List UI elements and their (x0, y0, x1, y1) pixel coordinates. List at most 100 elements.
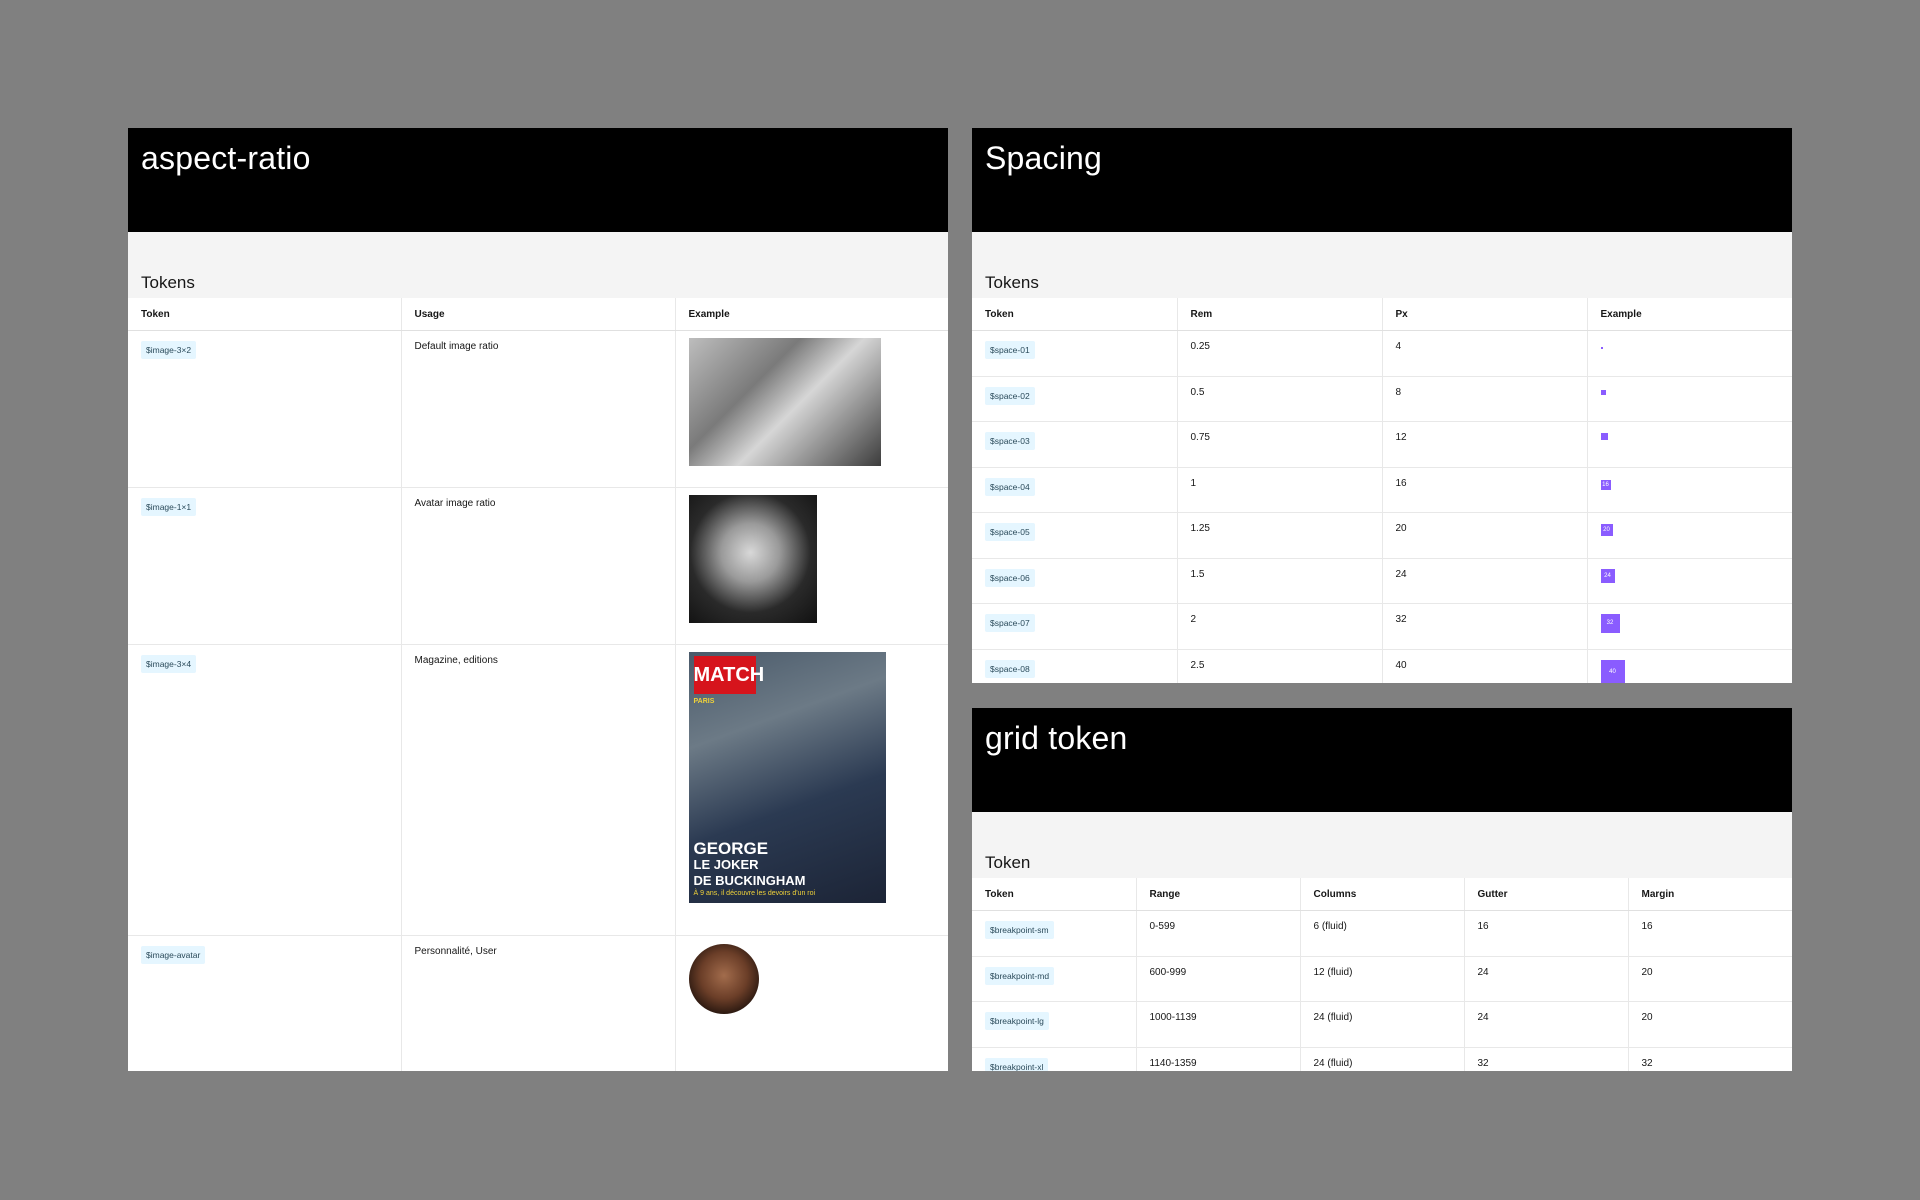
spacing-swatch (1600, 433, 1608, 440)
token-tag: $space-03 (985, 432, 1035, 450)
column-header: Token (972, 878, 1136, 911)
table-row: $breakpoint-sm 0-599 6 (fluid) 16 16 (972, 910, 1792, 957)
magazine-logo: MATCH (693, 656, 764, 694)
gutter-value: 32 (1477, 1057, 1489, 1069)
token-tag: $space-04 (985, 477, 1035, 496)
margin-value: 20 (1641, 966, 1653, 978)
spacing-swatch: 24 (1600, 568, 1615, 583)
magazine-headline-line: LE JOKER (693, 857, 759, 872)
section-title: Tokens (128, 232, 948, 298)
px-value: 4 (1395, 341, 1402, 352)
rem-value: 2.5 (1190, 659, 1205, 671)
spacing-table: Token Rem Px Example $space-01 0.25 4 $spac… (972, 298, 1792, 683)
usage-cell: Avatar image ratio (400, 487, 675, 645)
table-row: $space-07 2 32 32 (972, 603, 1792, 650)
magazine-subline: À 9 ans, il découvre les devoirs d'un ro… (693, 890, 816, 897)
grid-token-frame: grid token Token Token Range Columns Gut… (972, 708, 1792, 1071)
range-value: 0-599 (1149, 921, 1176, 932)
rem-value: 1.25 (1190, 523, 1210, 534)
usage-cell: Default image ratio (400, 330, 675, 488)
column-header: Margin (1627, 878, 1792, 911)
table-row: $space-06 1.5 24 24 (972, 558, 1792, 604)
column-header: Token (128, 298, 401, 331)
magazine-headline-line: DE BUCKINGHAM (693, 873, 806, 888)
token-tag: $breakpoint-sm (985, 921, 1054, 939)
magazine-kicker: PARIS (693, 698, 715, 705)
table-row: $breakpoint-xl 1140-1359 24 (fluid) 32 32 (972, 1047, 1792, 1071)
table-row: $image-3×2 Default image ratio (128, 330, 948, 488)
rem-value: 0.75 (1190, 432, 1210, 443)
table-row: $space-03 0.75 12 (972, 421, 1792, 468)
token-tag: $image-3×4 (141, 655, 197, 673)
px-value: 40 (1395, 659, 1407, 671)
example-image-3x2 (688, 338, 881, 466)
magazine-headline-line: GEORGE (693, 839, 769, 858)
token-tag: $breakpoint-md (985, 966, 1055, 985)
table-row: $space-01 0.25 4 (972, 330, 1792, 377)
token-tag: $breakpoint-xl (985, 1057, 1049, 1071)
frame-title: aspect-ratio (128, 128, 948, 232)
spacing-swatch: 16 (1600, 479, 1611, 490)
token-tag: $image-3×2 (141, 341, 197, 359)
spacing-swatch (1600, 389, 1606, 395)
rem-value: 1 (1190, 477, 1197, 489)
margin-value: 16 (1641, 921, 1653, 932)
grid-table: Token Range Columns Gutter Margin $break… (972, 878, 1792, 1071)
column-header: Token (972, 298, 1177, 331)
range-value: 600-999 (1149, 966, 1187, 978)
px-value: 20 (1395, 523, 1407, 534)
token-tag: $space-01 (985, 341, 1035, 359)
range-value: 1000-1139 (1149, 1012, 1197, 1023)
table-row: $image-avatar Personnalité, User (128, 935, 948, 1071)
table-row: $space-04 1 16 16 (972, 467, 1792, 513)
table-row: $space-08 2.5 40 40 (972, 649, 1792, 683)
px-value: 12 (1395, 432, 1407, 443)
rem-value: 0.5 (1190, 386, 1205, 398)
px-value: 24 (1395, 568, 1407, 580)
table-header-row: Token Range Columns Gutter Margin (972, 878, 1792, 911)
px-value: 32 (1395, 614, 1407, 625)
column-header: Example (674, 298, 948, 331)
token-tag: $space-07 (985, 614, 1035, 632)
column-header: Px (1381, 298, 1587, 331)
token-tag: $space-02 (985, 386, 1035, 405)
example-avatar (688, 944, 759, 1014)
table-row: $image-3×4 Magazine, editions MATCH PARI… (128, 644, 948, 936)
usage-cell: Personnalité, User (400, 935, 675, 1071)
spacing-swatch: 32 (1600, 614, 1620, 633)
gutter-value: 24 (1477, 966, 1489, 978)
token-tag: $image-1×1 (141, 498, 197, 516)
column-header: Rem (1176, 298, 1382, 331)
columns-value: 12 (fluid) (1313, 966, 1353, 978)
px-value: 8 (1395, 386, 1402, 398)
table-header-row: Token Rem Px Example (972, 298, 1792, 331)
column-header: Example (1586, 298, 1792, 331)
table-row: $space-05 1.25 20 20 (972, 512, 1792, 559)
usage-cell: Magazine, editions (400, 644, 675, 936)
table-row: $breakpoint-lg 1000-1139 24 (fluid) 24 20 (972, 1001, 1792, 1048)
rem-value: 0.25 (1190, 341, 1210, 352)
rem-value: 2 (1190, 614, 1197, 625)
margin-value: 20 (1641, 1012, 1653, 1023)
section-title: Token (972, 812, 1792, 878)
section-title: Tokens (972, 232, 1792, 298)
columns-value: 24 (fluid) (1313, 1012, 1353, 1023)
token-tag: $breakpoint-lg (985, 1012, 1049, 1030)
columns-value: 24 (fluid) (1313, 1057, 1353, 1069)
table-header-row: Token Usage Example (128, 298, 948, 331)
token-tag: $space-08 (985, 659, 1035, 678)
frame-title: Spacing (972, 128, 1792, 232)
token-tag: $space-06 (985, 568, 1035, 587)
spacing-swatch (1600, 347, 1603, 349)
px-value: 16 (1395, 477, 1407, 489)
range-value: 1140-1359 (1149, 1057, 1197, 1069)
table-row: $image-1×1 Avatar image ratio (128, 487, 948, 645)
example-image-1x1 (688, 495, 817, 623)
margin-value: 32 (1641, 1057, 1653, 1069)
spacing-frame: Spacing Tokens Token Rem Px Example $spa… (972, 128, 1792, 683)
magazine-headline: GEORGE LE JOKER DE BUCKINGHAM (693, 839, 806, 889)
gutter-value: 16 (1477, 921, 1489, 932)
aspect-table: Token Usage Example $image-3×2 Default i… (128, 298, 948, 1071)
rem-value: 1.5 (1190, 568, 1205, 580)
columns-value: 6 (fluid) (1313, 921, 1347, 932)
